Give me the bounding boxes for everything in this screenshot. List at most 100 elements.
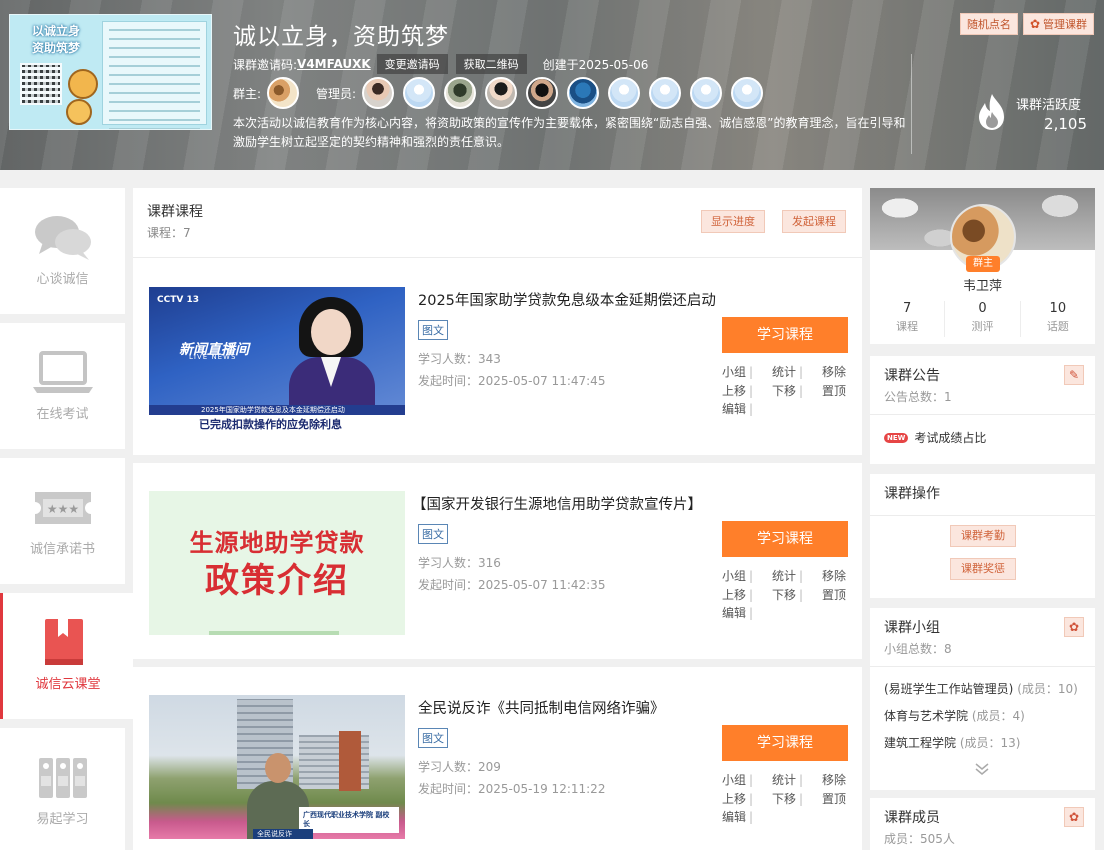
edit-link[interactable]: 编辑 [722,808,746,827]
edit-link[interactable]: 编辑 [722,400,746,419]
divider [870,515,1095,516]
admin-avatar[interactable] [608,77,641,109]
admin-avatar[interactable] [485,77,518,109]
header-actions: 随机点名 ✿ 管理课群 [955,13,1094,35]
learn-course-button[interactable]: 学习课程 [722,317,848,353]
pin-top-link[interactable]: 置顶 [822,382,846,401]
remove-link[interactable]: 移除 [822,363,846,382]
course-start-time: 发起时间：2025-05-07 11:47:45 [418,374,606,388]
learn-course-button[interactable]: 学习课程 [722,725,848,761]
news-strap-text: 已完成扣款操作的应免除利息 [199,418,342,431]
launch-course-button[interactable]: 发起课程 [782,210,846,233]
move-down-link[interactable]: 下移 [772,382,796,401]
speaker-head [265,753,291,783]
move-up-link[interactable]: 上移 [722,382,746,401]
sidebar-item-integrity-pledge[interactable]: ★★★ 诚信承诺书 [0,458,125,584]
members-card: 课群成员 成员：505人 ✿ [870,798,1095,850]
subgroup-item[interactable]: (易班学生工作站管理员) (成员：10) [884,680,1078,697]
expand-more-icon[interactable] [974,762,990,780]
learn-course-button[interactable]: 学习课程 [722,521,848,557]
move-up-link[interactable]: 上移 [722,790,746,809]
subgroup-item[interactable]: 建筑工程学院 (成员：13) [884,734,1020,751]
course-thumbnail[interactable]: CCTV 13 新闻直播间 LIVE NEWS 2025年国家助学贷款免息及本金… [149,287,405,431]
sidebar-item-yiqi-study[interactable]: 易起学习 [0,728,125,850]
remove-link[interactable]: 移除 [822,567,846,586]
owner-name[interactable]: 韦卫萍 [870,275,1095,294]
move-down-link[interactable]: 下移 [772,790,796,809]
owner-avatar[interactable] [267,77,300,109]
subgroup-name: (易班学生工作站管理员) [884,682,1014,696]
gear-icon: ✿ [1068,620,1080,634]
members-settings-button[interactable]: ✿ [1064,807,1084,827]
group-title: 诚以立身，资助筑梦 [233,24,449,50]
stats-link[interactable]: 统计 [772,363,796,382]
admin-avatar[interactable] [362,77,395,109]
group-link[interactable]: 小组 [722,771,746,790]
header-divider [911,54,912,154]
course-count: 课程：7 [147,226,191,240]
sidebar-item-label: 诚信云课堂 [35,677,101,692]
pin-top-link[interactable]: 置顶 [822,586,846,605]
course-list-panel: 课群课程 课程：7 显示进度 发起课程 CCTV 13 新闻直播间 LIVE N… [133,188,862,850]
show-progress-button[interactable]: 显示进度 [701,210,765,233]
channel-logo: CCTV 13 [157,295,199,305]
invite-label: 课群邀请码: [233,57,298,72]
course-title[interactable]: 全民说反诈《共同抵制电信网络诈骗》 [418,697,665,718]
ticket-icon: ★★★ [35,492,91,524]
sidebar-item-label: 诚信承诺书 [29,542,95,557]
course-ops: 小组 | 统计 | 移除 上移 | 下移 | 置顶 编辑 | [722,567,852,623]
video-label: 全民说反诈 [253,829,313,839]
admin-avatar[interactable] [567,77,600,109]
sidebar-item-integrity-cloud-class[interactable]: 诚信云课堂 [0,593,133,719]
course-title[interactable]: 【国家开发银行生源地信用助学贷款宣传片】 [412,493,702,514]
manage-group-button[interactable]: ✿ 管理课群 [1022,13,1094,35]
random-call-button[interactable]: 随机点名 [959,13,1018,35]
stats-link[interactable]: 统计 [772,771,796,790]
admin-avatar[interactable] [649,77,682,109]
admin-avatar[interactable] [731,77,764,109]
sidebar-item-online-exam[interactable]: 在线考试 [0,323,125,449]
owner-stat-topics[interactable]: 10 话题 [1021,301,1095,337]
admins-label: 管理员: [316,86,357,101]
remove-link[interactable]: 移除 [822,771,846,790]
manage-group-label: 管理课群 [1043,18,1087,31]
get-qr-code-button[interactable]: 获取二维码 [455,54,527,74]
subgroup-settings-button[interactable]: ✿ [1064,617,1084,637]
sidebar-item-label: 心谈诚信 [36,272,89,287]
invite-code[interactable]: V4MFAUXK [297,57,371,71]
group-link[interactable]: 小组 [722,363,746,382]
change-invite-code-button[interactable]: 变更邀请码 [376,54,448,74]
reward-penalty-button[interactable]: 课群奖惩 [950,558,1016,580]
owner-stat-evaluations[interactable]: 0 测评 [945,301,1021,337]
edit-announcement-button[interactable]: ✎ [1064,365,1084,385]
subgroup-item[interactable]: 体育与艺术学院 (成员：4) [884,707,1025,724]
admin-avatar[interactable] [526,77,559,109]
new-badge: NEW [884,432,909,443]
admin-avatar[interactable] [444,77,477,109]
course-thumbnail[interactable]: 广西现代职业技术学院 副校长 全民说反诈 [149,695,405,839]
course-thumbnail[interactable]: 生源地助学贷款 政策介绍 [149,491,405,635]
attendance-button[interactable]: 课群考勤 [950,525,1016,547]
course-title[interactable]: 2025年国家助学贷款免息级本金延期偿还启动 [418,289,716,310]
created-date: 创建于2025-05-06 [542,57,649,72]
admin-avatar[interactable] [690,77,723,109]
course-item: CCTV 13 新闻直播间 LIVE NEWS 2025年国家助学贷款免息及本金… [133,259,862,463]
sidebar-item-heart-talk[interactable]: 心谈诚信 [0,188,125,314]
course-list-header: 课群课程 课程：7 显示进度 发起课程 [133,188,862,258]
flame-icon [979,94,1004,130]
chat-bubbles-icon [35,216,91,260]
owner-stat-courses[interactable]: 7 课程 [870,301,946,337]
group-link[interactable]: 小组 [722,567,746,586]
pin-top-link[interactable]: 置顶 [822,790,846,809]
edit-link[interactable]: 编辑 [722,604,746,623]
announcement-item[interactable]: NEW 考试成绩占比 [884,429,986,446]
policy-decoration [209,631,339,635]
stat-label: 测评 [971,320,994,333]
move-down-link[interactable]: 下移 [772,586,796,605]
owner-stats: 7 课程 0 测评 10 话题 [870,301,1095,337]
admin-avatar[interactable] [403,77,436,109]
building-image [339,731,361,791]
announcement-card: 课群公告 公告总数：1 ✎ NEW 考试成绩占比 [870,356,1095,464]
move-up-link[interactable]: 上移 [722,586,746,605]
stats-link[interactable]: 统计 [772,567,796,586]
